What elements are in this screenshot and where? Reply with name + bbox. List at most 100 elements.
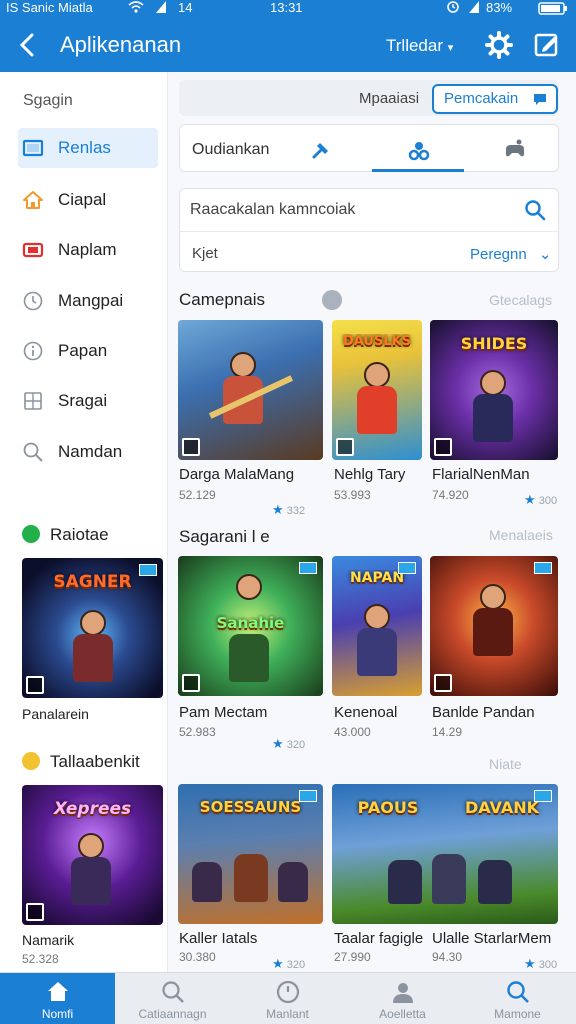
search-action-button[interactable]: Pemcakain bbox=[432, 84, 558, 114]
character-figure bbox=[73, 634, 113, 682]
sidebar-item-mangpai[interactable]: Mangpai bbox=[18, 281, 158, 321]
game-card[interactable]: SOESSAUNS bbox=[178, 784, 323, 924]
sidebar-item-ciapal[interactable]: Ciapal bbox=[18, 180, 158, 220]
sidebar-item-label: Renlas bbox=[58, 138, 111, 157]
divider bbox=[180, 231, 558, 232]
gamepad-icon[interactable] bbox=[502, 137, 528, 163]
character-figure bbox=[71, 857, 111, 905]
chevron-down-icon: ⌄ bbox=[538, 246, 552, 263]
character-figure bbox=[388, 860, 422, 904]
game-card[interactable] bbox=[178, 320, 323, 460]
sort-dropdown[interactable]: Peregnn ⌄ bbox=[470, 245, 551, 263]
game-title: Banlde Pandan bbox=[432, 704, 535, 721]
character-figure bbox=[78, 833, 104, 859]
star-icon: ★ bbox=[272, 736, 284, 751]
battery-text: 83% bbox=[486, 0, 513, 15]
search-action-label: Pemcakain bbox=[444, 90, 519, 107]
sidebar-item-label: Mangpai bbox=[58, 291, 124, 310]
sidebar-item-label: Naplam bbox=[58, 240, 117, 259]
back-button[interactable] bbox=[12, 28, 42, 62]
sidebar-item-naplam[interactable]: Naplam bbox=[18, 230, 158, 270]
settings-gear-icon[interactable] bbox=[484, 30, 514, 60]
game-card[interactable]: DAUSLKS bbox=[332, 320, 422, 460]
game-card[interactable] bbox=[430, 556, 558, 696]
filter-dropdown[interactable]: Trlledar ▾ bbox=[386, 36, 453, 58]
nav-home[interactable]: Nomfi bbox=[0, 973, 115, 1024]
corner-badge bbox=[26, 903, 44, 921]
battery-icon bbox=[538, 2, 568, 19]
character-figure bbox=[278, 862, 308, 902]
chevron-down-icon: ▾ bbox=[447, 42, 454, 54]
game-card[interactable]: PAOUS DAVANK bbox=[332, 784, 558, 924]
wifi-icon bbox=[128, 0, 144, 18]
game-art-title: Xeprees bbox=[53, 799, 132, 819]
platform-badge bbox=[139, 564, 157, 576]
edit-square-icon[interactable] bbox=[532, 30, 562, 60]
pin-icon[interactable] bbox=[308, 137, 334, 163]
filter-label: Trlledar bbox=[386, 36, 443, 55]
nav-explore[interactable]: Mamone bbox=[460, 973, 575, 1024]
section-link[interactable]: Gtecalags bbox=[489, 292, 552, 308]
search-icon bbox=[22, 441, 44, 463]
character-figure bbox=[230, 352, 256, 378]
sidebar-item-renlas[interactable]: Renlas bbox=[18, 128, 158, 168]
sidebar-section-tallaabenkit: Tallaabenkit bbox=[22, 752, 140, 772]
sidebar-game-card-1[interactable]: SAGNER bbox=[22, 558, 163, 698]
sidebar-game-card-2[interactable]: Xeprees bbox=[22, 785, 163, 925]
platform-badge bbox=[534, 790, 552, 802]
star-icon: ★ bbox=[272, 956, 284, 971]
sidebar-item-sragai[interactable]: Sragai bbox=[18, 381, 158, 421]
tab-oudiankan[interactable]: Oudiankan bbox=[192, 141, 269, 159]
game-card[interactable]: Sanahie bbox=[178, 556, 323, 696]
game-rating: ★ 332 bbox=[272, 502, 305, 518]
game-card[interactable]: NAPAN bbox=[332, 556, 422, 696]
game-rating: ★ 300 bbox=[524, 492, 557, 508]
game-rating: ★ 320 bbox=[272, 956, 305, 972]
nav-clock[interactable]: Manlant bbox=[230, 973, 345, 1024]
search-icon[interactable] bbox=[524, 199, 546, 221]
sidebar-item-label: Papan bbox=[58, 341, 108, 360]
character-figure bbox=[364, 362, 390, 388]
star-icon: ★ bbox=[272, 502, 284, 517]
home-icon bbox=[22, 189, 44, 211]
nav-label: Aoelletta bbox=[379, 1007, 426, 1021]
game-title: FlarialNenMan bbox=[432, 466, 530, 483]
users-icon[interactable] bbox=[406, 137, 432, 163]
sort-value: Peregnn bbox=[470, 246, 527, 263]
character-figure bbox=[357, 386, 397, 434]
sidebar-heading: Sgagin bbox=[23, 92, 73, 109]
share-icon[interactable] bbox=[322, 290, 342, 310]
game-title: Namarik bbox=[22, 932, 75, 948]
star-icon: ★ bbox=[524, 956, 536, 971]
nav-search[interactable]: Catiaannagn bbox=[115, 973, 230, 1024]
character-figure bbox=[364, 604, 390, 630]
user-icon bbox=[393, 983, 413, 1003]
character-figure bbox=[234, 854, 268, 902]
coin-icon bbox=[22, 752, 40, 770]
game-card[interactable]: SHIDES bbox=[430, 320, 558, 460]
character-figure bbox=[236, 574, 262, 600]
character-figure bbox=[478, 860, 512, 904]
section-link[interactable]: Niate bbox=[489, 756, 522, 772]
sidebar-section-raiotae: Raiotae bbox=[22, 525, 109, 545]
search-panel: Kjet Peregnn ⌄ bbox=[179, 188, 559, 272]
nav-profile[interactable]: Aoelletta bbox=[345, 973, 460, 1024]
corner-badge bbox=[434, 438, 452, 456]
sidebar: Sgagin Renlas Ciapal Naplam Mangpai Papa… bbox=[0, 72, 168, 972]
sidebar-item-namdan[interactable]: Namdan bbox=[18, 432, 158, 472]
bottom-navigation: Nomfi Catiaannagn Manlant Aoelletta Mamo… bbox=[0, 972, 576, 1024]
alarm-icon bbox=[446, 0, 460, 18]
section-link[interactable]: Menalaeis bbox=[489, 527, 553, 543]
check-icon bbox=[22, 525, 40, 543]
clock-small-text: 14 bbox=[178, 0, 193, 15]
section-title: Camepnais bbox=[179, 290, 265, 309]
app-bar: Aplikenanan Trlledar ▾ bbox=[0, 20, 576, 72]
game-title: Kenenoal bbox=[334, 704, 398, 721]
corner-badge bbox=[434, 674, 452, 692]
rating-count: 300 bbox=[538, 959, 558, 971]
sidebar-item-papan[interactable]: Papan bbox=[18, 331, 158, 371]
search-input[interactable] bbox=[190, 195, 520, 225]
section-title: Raiotae bbox=[50, 525, 109, 544]
active-tab-indicator bbox=[372, 169, 464, 172]
tab-bar: Oudiankan bbox=[179, 124, 559, 172]
